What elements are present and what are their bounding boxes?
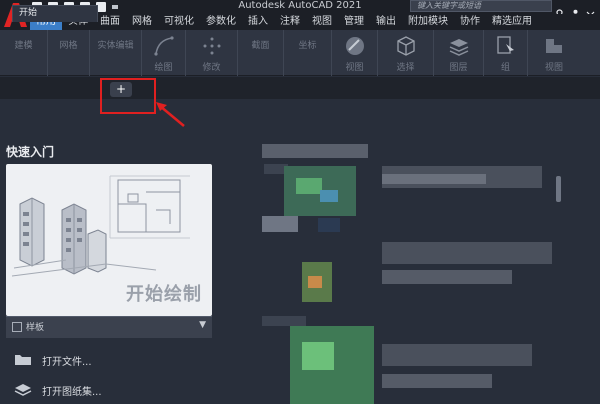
tab-view[interactable]: 视图 [306,14,338,30]
open-files-label: 打开文件... [42,357,92,368]
titlebar-right-icons [556,0,595,18]
blurred-block [296,178,322,194]
ribbon-tabs: 常用 实体 曲面 网格 可视化 参数化 插入 注释 视图 管理 输出 附加模块 … [30,14,600,30]
tab-mesh[interactable]: 网格 [126,14,158,30]
sheet-stack-icon [14,382,32,396]
blurred-block [382,242,552,264]
blurred-block [382,374,492,388]
panel-label: 选择 [396,63,415,73]
chevron-down-icon[interactable]: ▼ [199,320,206,330]
user-icon[interactable] [571,3,580,18]
open-files-link[interactable]: 打开文件... [14,352,194,368]
panel-label: 组 [500,63,510,73]
tab-addins[interactable]: 附加模块 [402,14,454,30]
panel-label: 截面 [251,41,270,51]
highlight-arrow-icon [156,102,185,127]
start-drawing-label: 开始绘制 [126,284,202,305]
ribbon-panel-bar: 建模 网格 实体编辑 绘图 修改 截面 坐标 视图 选择 图层 组 视图 [0,30,600,76]
viewport-icon [542,34,566,58]
box-select-icon [394,34,418,58]
panel-label: 视图 [345,63,364,73]
panel-view[interactable]: 视图 [332,30,378,76]
move-icon [200,34,224,58]
blurred-block [382,174,486,184]
panel-label: 坐标 [298,41,317,51]
quick-start-title: 快速入门 [6,145,55,159]
panel-layers[interactable]: 图层 [434,30,484,76]
blurred-block [262,316,306,326]
tab-annotate[interactable]: 注释 [274,14,306,30]
panel-label: 绘图 [154,63,173,73]
template-icon [12,322,22,332]
tab-output[interactable]: 输出 [370,14,402,30]
search-icon[interactable] [556,3,565,18]
blurred-block [308,276,322,288]
group-cursor-icon [494,34,518,58]
blurred-block [382,344,532,366]
blurred-block [302,342,334,370]
tab-collaborate[interactable]: 协作 [454,14,486,30]
template-selector[interactable]: 样板 ▼ [6,316,212,338]
open-sheet-set-link[interactable]: 打开图纸集... [14,382,194,398]
tab-featured-apps[interactable]: 精选应用 [486,14,538,30]
arc-icon [152,34,176,58]
panel-modeling[interactable]: 建模 [0,30,48,76]
panel-mesh[interactable]: 网格 [48,30,90,76]
folder-icon [14,352,32,366]
panel-label: 网格 [59,41,78,51]
blurred-block [382,270,512,284]
blurred-block [318,218,340,232]
panel-draw[interactable]: 绘图 [142,30,186,76]
document-tab-bar [0,77,600,99]
panel-label: 建模 [14,41,33,51]
panel-coordinates[interactable]: 坐标 [284,30,332,76]
chevron-down-icon[interactable] [112,5,118,9]
start-drawing-card[interactable]: 开始绘制 [6,164,212,316]
panel-label: 视图 [544,63,563,73]
template-label: 样板 [26,323,45,333]
recent-list-scrollbar[interactable] [556,176,561,202]
tab-insert[interactable]: 插入 [242,14,274,30]
panel-groups[interactable]: 组 [484,30,528,76]
panel-label: 图层 [449,63,468,73]
account-chevron-icon[interactable] [586,3,595,16]
tab-visualize[interactable]: 可视化 [158,14,200,30]
tab-surface[interactable]: 曲面 [94,14,126,30]
panel-section[interactable]: 截面 [238,30,284,76]
tab-parametric[interactable]: 参数化 [200,14,242,30]
panel-label: 修改 [202,63,221,73]
layers-icon [447,34,471,58]
tab-manage[interactable]: 管理 [338,14,370,30]
blurred-block [262,144,368,158]
open-sheet-set-label: 打开图纸集... [42,387,102,398]
search-input[interactable]: 键入关键字或短语 [410,0,552,12]
blurred-block [320,190,338,202]
panel-label: 实体编辑 [97,41,134,51]
view-sphere-icon [343,34,367,58]
window-title: Autodesk AutoCAD 2021 [238,0,362,11]
panel-modify[interactable]: 修改 [186,30,238,76]
tab-start[interactable]: 开始 [12,5,98,22]
panel-view-2[interactable]: 视图 [528,30,580,76]
recent-documents-area [262,130,600,404]
panel-selection[interactable]: 选择 [378,30,434,76]
highlight-box [100,78,156,114]
blurred-block [262,216,298,232]
panel-solid-editing[interactable]: 实体编辑 [90,30,142,76]
